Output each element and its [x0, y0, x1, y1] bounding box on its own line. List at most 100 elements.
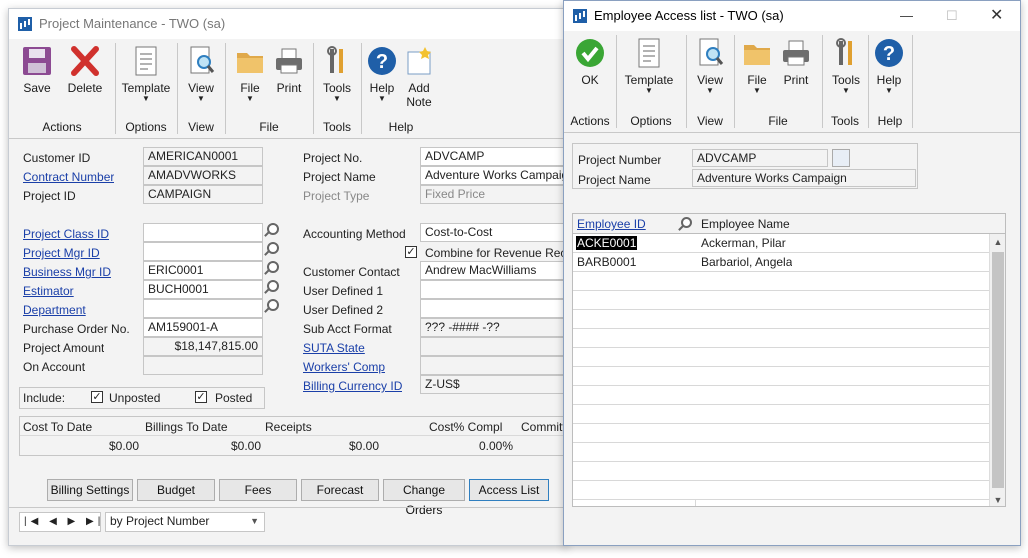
lookup-icon[interactable] [267, 280, 279, 292]
print-label: Print [783, 73, 809, 87]
project-amount-label: Project Amount [23, 341, 105, 355]
project-no-label: Project No. [303, 151, 363, 165]
table-row[interactable] [573, 291, 989, 310]
forecast-button[interactable]: Forecast [301, 479, 379, 501]
project-name-label: Project Name [578, 173, 651, 187]
lookup-icon[interactable] [267, 242, 279, 254]
estimator-link[interactable]: Estimator [23, 284, 74, 298]
table-row[interactable] [573, 329, 989, 348]
table-row[interactable]: ACKE0001 Ackerman, Pilar [573, 234, 989, 253]
help-button[interactable]: ? Help ▼ [365, 45, 399, 103]
lookup-icon[interactable] [267, 223, 279, 235]
project-class-field[interactable] [143, 223, 263, 242]
scroll-thumb[interactable] [992, 252, 1004, 488]
template-label: Template [121, 81, 171, 95]
svg-text:?: ? [376, 51, 388, 73]
employee-name-column-header: Employee Name [701, 217, 790, 231]
budget-button[interactable]: Budget [137, 479, 215, 501]
group-options: Options [125, 120, 167, 134]
delete-button[interactable]: Delete [63, 45, 107, 95]
change-orders-button[interactable]: Change Orders [383, 479, 465, 517]
table-row[interactable] [573, 443, 989, 462]
project-name-field[interactable]: Adventure Works Campaign [420, 166, 567, 185]
suta-state-link[interactable]: SUTA State [303, 341, 365, 355]
chevron-down-icon: ▼ [753, 86, 761, 95]
project-mgr-link[interactable]: Project Mgr ID [23, 246, 100, 260]
scroll-up-icon[interactable]: ▲ [990, 234, 1005, 250]
posted-checkbox[interactable]: ✓ [195, 391, 207, 403]
view-button[interactable]: View ▼ [181, 45, 221, 103]
floppy-disk-icon [21, 45, 53, 77]
tools-label: Tools [322, 81, 351, 95]
table-row[interactable] [573, 272, 989, 291]
customer-id-label: Customer ID [23, 151, 91, 165]
user-defined-1-field[interactable] [420, 280, 567, 299]
project-mgr-field[interactable] [143, 242, 263, 261]
scroll-down-icon[interactable]: ▼ [990, 492, 1005, 506]
vertical-scrollbar[interactable]: ▲ ▼ [989, 234, 1005, 506]
suta-state-field [420, 337, 567, 356]
contract-number-link[interactable]: Contract Number [23, 170, 114, 184]
accounting-method-select[interactable]: Cost-to-Cost [420, 223, 567, 242]
project-class-link[interactable]: Project Class ID [23, 227, 109, 241]
file-label: File [747, 73, 767, 87]
help-button[interactable]: ? Help ▼ [872, 37, 906, 95]
lookup-icon[interactable] [681, 217, 692, 228]
file-button[interactable]: File ▼ [233, 45, 267, 103]
employee-id-cell[interactable]: ACKE0001 [576, 236, 638, 250]
print-button[interactable]: Print [271, 45, 307, 95]
access-list-button[interactable]: Access List [469, 479, 549, 501]
po-field[interactable]: AM159001-A [143, 318, 263, 337]
template-button[interactable]: Template ▼ [622, 37, 676, 95]
employee-id-column-link[interactable]: Employee ID [577, 217, 646, 231]
save-button[interactable]: Save [19, 45, 55, 95]
billing-settings-button[interactable]: Billing Settings [47, 479, 133, 501]
department-link[interactable]: Department [23, 303, 86, 317]
minimize-button[interactable]: — [900, 1, 913, 31]
save-label: Save [23, 81, 51, 95]
unposted-checkbox[interactable]: ✓ [91, 391, 103, 403]
file-label: File [240, 81, 260, 95]
ok-button[interactable]: OK [572, 37, 608, 87]
add-note-button[interactable]: Add Note [401, 45, 437, 109]
table-row[interactable] [573, 481, 989, 500]
customer-contact-field[interactable]: Andrew MacWilliams [420, 261, 567, 280]
lookup-icon[interactable] [267, 299, 279, 311]
table-row[interactable] [573, 367, 989, 386]
tools-button[interactable]: Tools ▼ [826, 37, 866, 95]
table-row[interactable] [573, 348, 989, 367]
table-row[interactable] [573, 462, 989, 481]
project-no-field[interactable]: ADVCAMP [420, 147, 567, 166]
table-row[interactable] [573, 310, 989, 329]
workers-comp-link[interactable]: Workers' Comp [303, 360, 385, 374]
table-row[interactable] [573, 424, 989, 443]
record-navigation[interactable]: |◀ ◀ ▶ ▶| [19, 512, 101, 532]
fees-button[interactable]: Fees [219, 479, 297, 501]
group-tools: Tools [830, 114, 859, 128]
maximize-button[interactable]: ☐ [946, 1, 958, 31]
view-button[interactable]: View ▼ [690, 37, 730, 95]
sort-select[interactable]: by Project Number ▼ [105, 512, 265, 532]
project-type-select: Fixed Price [420, 185, 567, 204]
table-row[interactable]: BARB0001 Barbariol, Angela [573, 253, 989, 272]
ok-check-icon [574, 37, 606, 69]
combine-revenue-checkbox[interactable]: ✓ [405, 246, 417, 258]
close-button[interactable]: ✕ [990, 1, 1003, 31]
table-row[interactable] [573, 405, 989, 424]
expand-arrow-icon[interactable] [832, 149, 850, 167]
department-field[interactable] [143, 299, 263, 318]
estimator-field[interactable]: BUCH0001 [143, 280, 263, 299]
user-defined-2-field[interactable] [420, 299, 567, 318]
group-file: File [259, 120, 279, 134]
tools-button[interactable]: Tools ▼ [317, 45, 357, 103]
business-mgr-link[interactable]: Business Mgr ID [23, 265, 111, 279]
chevron-down-icon: ▼ [197, 94, 205, 103]
billing-currency-link[interactable]: Billing Currency ID [303, 379, 402, 393]
business-mgr-field[interactable]: ERIC0001 [143, 261, 263, 280]
template-button[interactable]: Template ▼ [119, 45, 173, 103]
print-button[interactable]: Print [778, 37, 814, 87]
table-row[interactable] [573, 386, 989, 405]
employee-id-cell[interactable]: BARB0001 [577, 255, 636, 269]
file-button[interactable]: File ▼ [740, 37, 774, 95]
lookup-icon[interactable] [267, 261, 279, 273]
